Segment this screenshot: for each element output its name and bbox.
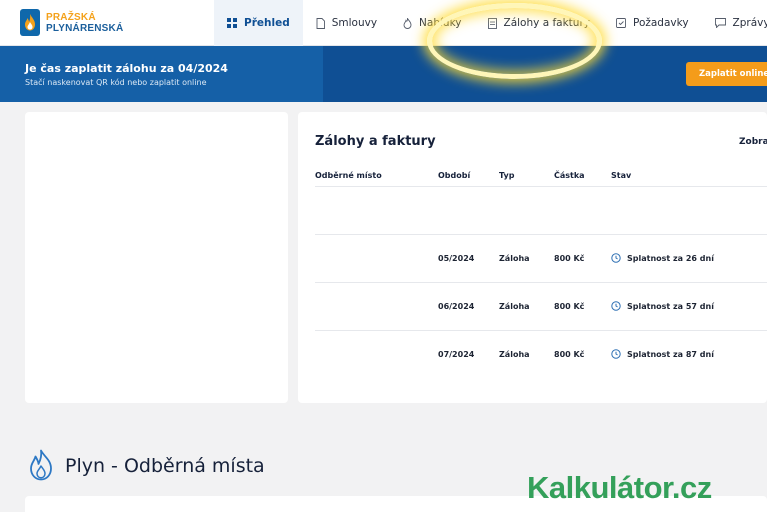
nav-item-nabidky[interactable]: Nabídky <box>390 0 474 46</box>
banner-subtitle: Stačí naskenovat QR kód nebo zaplatit on… <box>25 78 207 87</box>
column-header-status: Stav <box>611 171 632 180</box>
row-1-status-text: Splatnost za 26 dní <box>627 253 714 263</box>
nav-item-smlouvy[interactable]: Smlouvy <box>303 0 390 46</box>
clock-icon <box>611 349 621 359</box>
row-1-type: Záloha <box>499 254 530 263</box>
banner-title: Je čas zaplatit zálohu za 04/2024 <box>25 62 228 75</box>
column-header-type: Typ <box>499 171 515 180</box>
gas-supply-points-title: Plyn - Odběrná místa <box>65 455 265 477</box>
row-2-amount: 800 Kč <box>554 302 585 311</box>
clock-icon <box>611 301 621 311</box>
row-3-status: Splatnost za 87 dní <box>611 349 714 359</box>
brand-name: PRAŽSKÁ PLYNÁRENSKÁ <box>46 12 123 34</box>
row-1-period: 05/2024 <box>438 254 475 263</box>
request-icon <box>616 18 626 28</box>
brand-name-line2: PLYNÁRENSKÁ <box>46 22 124 34</box>
pay-online-button[interactable]: Zaplatit online <box>686 62 767 86</box>
nav-item-label: Zálohy a faktury <box>503 17 590 29</box>
document-icon <box>316 17 325 29</box>
row-1-amount: 800 Kč <box>554 254 585 263</box>
overview-card <box>25 112 288 403</box>
table-divider <box>315 282 767 283</box>
top-navigation-bar: PRAŽSKÁ PLYNÁRENSKÁ Přehled Smlouvy Nabí… <box>0 0 767 46</box>
table-divider <box>315 234 767 235</box>
show-all-link[interactable]: Zobra <box>739 137 767 147</box>
payments-card: Zálohy a faktury Zobra Odběrné místo Obd… <box>298 112 767 403</box>
grid-icon <box>227 18 237 28</box>
table-divider <box>315 186 767 187</box>
nav-item-prehled[interactable]: Přehled <box>214 0 303 46</box>
brand-flame-icon <box>20 9 40 36</box>
clock-icon <box>611 253 621 263</box>
row-3-period: 07/2024 <box>438 350 475 359</box>
row-3-status-text: Splatnost za 87 dní <box>627 349 714 359</box>
flame-icon <box>403 17 412 29</box>
nav-item-label: Požadavky <box>632 17 689 29</box>
watermark-logo: Kalkulátor.cz <box>527 470 712 505</box>
column-header-place: Odběrné místo <box>315 171 382 180</box>
row-2-status-text: Splatnost za 57 dní <box>627 301 714 311</box>
row-2-type: Záloha <box>499 302 530 311</box>
invoice-icon <box>487 17 497 29</box>
payment-reminder-banner: Je čas zaplatit zálohu za 04/2024 Stačí … <box>0 46 767 102</box>
row-3-amount: 800 Kč <box>554 350 585 359</box>
nav-item-label: Nabídky <box>419 17 462 29</box>
flame-icon <box>28 449 54 485</box>
payments-title: Zálohy a faktury <box>315 134 436 149</box>
row-1-status: Splatnost za 26 dní <box>611 253 714 263</box>
nav-item-label: Smlouvy <box>331 17 378 29</box>
row-3-type: Záloha <box>499 350 530 359</box>
nav-item-zalohy-a-faktury[interactable]: Zálohy a faktury <box>475 0 603 46</box>
nav-item-pozadavky[interactable]: Požadavky <box>603 0 702 46</box>
row-2-period: 06/2024 <box>438 302 475 311</box>
column-header-period: Období <box>438 171 471 180</box>
brand-logo[interactable]: PRAŽSKÁ PLYNÁRENSKÁ <box>20 9 123 36</box>
nav-item-label: Přehled <box>244 17 290 29</box>
row-2-status: Splatnost za 57 dní <box>611 301 714 311</box>
chat-icon <box>714 18 726 28</box>
table-divider <box>315 330 767 331</box>
nav-item-zpravy[interactable]: Zprávy 2 <box>702 0 767 46</box>
column-header-amount: Částka <box>554 171 585 180</box>
main-nav: Přehled Smlouvy Nabídky Zálohy a faktury… <box>214 0 767 46</box>
brand-name-line1: PRAŽSKÁ <box>46 11 96 23</box>
nav-item-label: Zprávy <box>732 17 767 29</box>
